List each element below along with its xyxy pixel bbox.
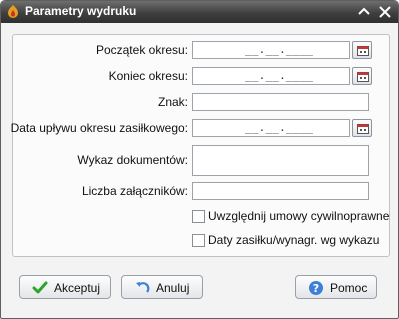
calendar-icon <box>357 124 369 134</box>
calendar-icon <box>357 72 369 82</box>
title-bar[interactable]: Parametry wydruku <box>1 1 398 23</box>
accept-button[interactable]: Akceptuj <box>19 275 111 299</box>
benefit-expiry-field[interactable]: __.__.____ <box>192 119 350 137</box>
benefit-dates-label: Daty zasiłku/wynagr. wg wykazu <box>208 233 380 247</box>
attachments-count-label: Liczba załączników: <box>81 184 188 198</box>
help-icon: ? <box>308 280 324 296</box>
window-title: Parametry wydruku <box>25 4 137 18</box>
calendar-icon <box>357 46 369 56</box>
print-parameters-dialog: Parametry wydruku Początek okresu: __.__… <box>0 0 399 319</box>
benefit-dates-option[interactable]: Daty zasiłku/wynagr. wg wykazu <box>192 233 379 249</box>
sign-label: Znak: <box>157 95 188 109</box>
benefit-expiry-calendar-button[interactable] <box>352 119 372 137</box>
start-date-calendar-button[interactable] <box>352 41 372 59</box>
help-button-label: Pomoc <box>330 281 368 295</box>
start-date-field[interactable]: __.__.____ <box>192 41 350 59</box>
app-logo-icon <box>5 4 21 20</box>
civil-contracts-option[interactable]: Uwzględnij umowy cywilnoprawne <box>192 209 389 225</box>
sign-field[interactable] <box>192 93 369 111</box>
attachments-count-field[interactable] <box>192 182 369 200</box>
chevron-up-icon[interactable] <box>355 3 373 21</box>
documents-list-label: Wykaz dokumentów: <box>77 153 188 167</box>
end-date-label: Koniec okresu: <box>108 69 188 83</box>
end-date-calendar-button[interactable] <box>352 67 372 85</box>
benefit-expiry-value: __.__.____ <box>245 121 314 134</box>
svg-text:?: ? <box>313 282 319 295</box>
cancel-button[interactable]: Anuluj <box>121 275 203 299</box>
help-button[interactable]: ? Pomoc <box>295 275 377 299</box>
documents-list-field[interactable] <box>192 145 369 176</box>
cancel-button-label: Anuluj <box>156 281 190 295</box>
end-date-value: __.__.____ <box>245 69 314 82</box>
undo-icon <box>134 280 150 296</box>
end-date-field[interactable]: __.__.____ <box>192 67 350 85</box>
benefit-expiry-label: Data upływu okresu zasiłkowego: <box>10 121 188 135</box>
close-icon[interactable] <box>376 3 394 21</box>
accept-button-label: Akceptuj <box>54 281 101 295</box>
start-date-label: Początek okresu: <box>95 43 188 57</box>
checkmark-icon <box>32 280 48 296</box>
benefit-dates-checkbox[interactable] <box>192 234 205 247</box>
civil-contracts-label: Uwzględnij umowy cywilnoprawne <box>208 209 390 223</box>
civil-contracts-checkbox[interactable] <box>192 210 205 223</box>
start-date-value: __.__.____ <box>245 43 314 56</box>
